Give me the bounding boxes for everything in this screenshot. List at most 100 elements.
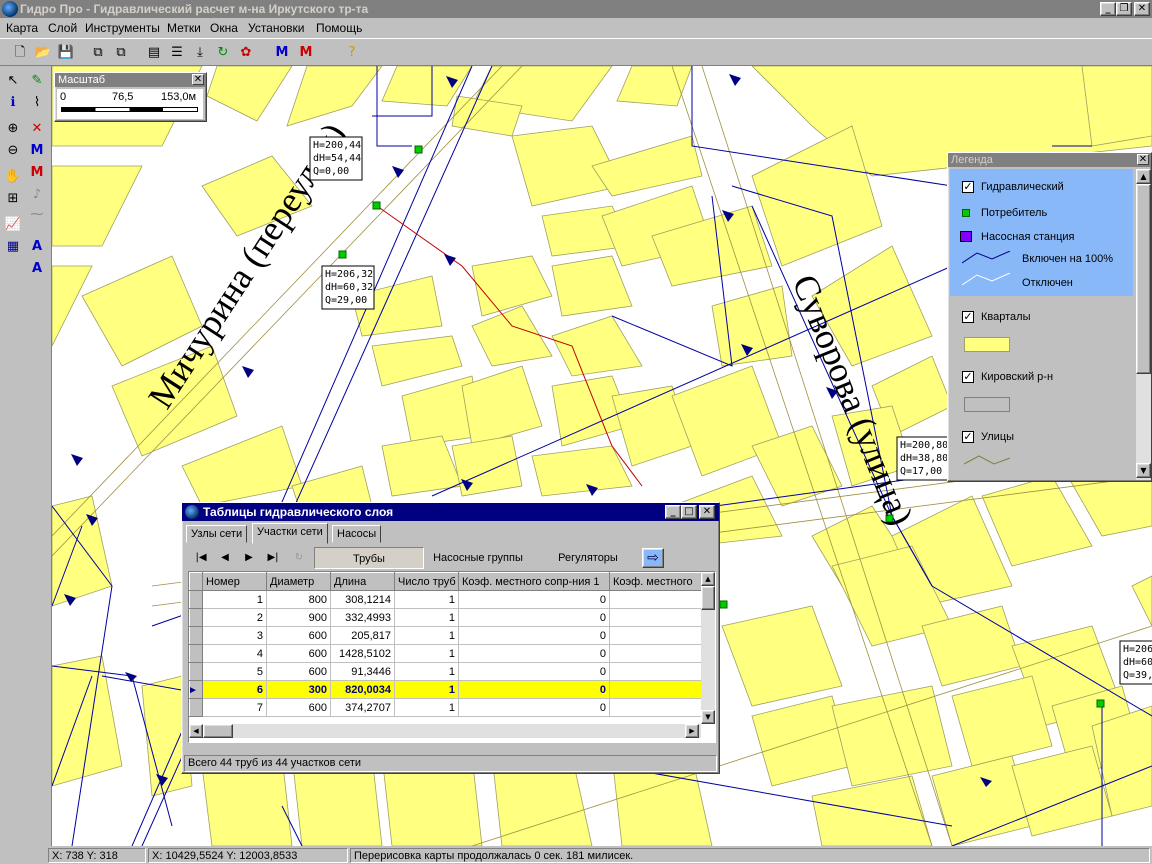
- col-length[interactable]: Длина: [330, 572, 395, 591]
- table-row[interactable]: 3 600 205,817 1 0: [189, 626, 702, 645]
- row-indicator[interactable]: ▸: [189, 680, 203, 699]
- calculator-icon[interactable]: ▦: [2, 236, 24, 258]
- table-cell[interactable]: 0: [458, 680, 610, 699]
- table-cell[interactable]: 1: [394, 644, 459, 663]
- legend-scrollbar[interactable]: ▲ ▼: [1136, 169, 1151, 480]
- col-number[interactable]: Номер: [202, 572, 267, 591]
- close-icon[interactable]: ✕: [192, 74, 204, 85]
- table-cell[interactable]: 1: [394, 608, 459, 627]
- table-cell[interactable]: [609, 590, 702, 609]
- table-cell[interactable]: 7: [202, 698, 267, 717]
- table-cell[interactable]: 4: [202, 644, 267, 663]
- table-cell[interactable]: 91,3446: [330, 662, 395, 681]
- table-cell[interactable]: 1: [202, 590, 267, 609]
- table-cell[interactable]: [609, 698, 702, 717]
- menu-marks[interactable]: Метки: [167, 21, 201, 35]
- col-local-resistance-2[interactable]: Коэф. местного: [609, 572, 702, 591]
- row-indicator[interactable]: [189, 626, 203, 645]
- metka-icon[interactable]: M: [272, 43, 292, 63]
- table-cell[interactable]: 205,817: [330, 626, 395, 645]
- pan-hand-icon[interactable]: ✋: [2, 166, 24, 188]
- grid-scroll-right-icon[interactable]: ▶: [685, 724, 699, 738]
- table-cell[interactable]: 600: [266, 662, 331, 681]
- open-folder-icon[interactable]: 📂: [33, 43, 53, 63]
- table-cell[interactable]: 1428,5102: [330, 644, 395, 663]
- next-record-icon[interactable]: ▶: [238, 548, 260, 568]
- refresh-icon[interactable]: ↻: [213, 43, 233, 63]
- grid-scroll-down-icon[interactable]: ▼: [701, 710, 715, 724]
- table-cell[interactable]: 308,1214: [330, 590, 395, 609]
- table-cell[interactable]: 1: [394, 590, 459, 609]
- table-cell[interactable]: 0: [458, 626, 610, 645]
- table-cell[interactable]: 300: [266, 680, 331, 699]
- info-icon[interactable]: ℹ: [2, 92, 24, 114]
- properties-icon[interactable]: ▤: [144, 43, 164, 63]
- table-cell[interactable]: 1: [394, 680, 459, 699]
- tab-segments[interactable]: Участки сети: [252, 523, 328, 544]
- table-row[interactable]: 7 600 374,2707 1 0: [189, 698, 702, 717]
- pipes-grid[interactable]: Номер Диаметр Длина Число труб Коэф. мес…: [188, 571, 716, 743]
- row-indicator[interactable]: [189, 608, 203, 627]
- grid-hscroll-thumb[interactable]: [203, 724, 233, 738]
- delete-icon[interactable]: ✕: [26, 118, 48, 140]
- table-cell[interactable]: 600: [266, 698, 331, 717]
- table-cell[interactable]: 0: [458, 662, 610, 681]
- minimize-button[interactable]: _: [1100, 2, 1116, 16]
- subtab-pump-groups[interactable]: Насосные группы: [428, 547, 528, 569]
- table-cell[interactable]: 0: [458, 590, 610, 609]
- table-close-button[interactable]: ✕: [699, 505, 715, 519]
- table-cell[interactable]: 0: [458, 608, 610, 627]
- tab-pumps[interactable]: Насосы: [332, 525, 382, 543]
- edit-text-icon[interactable]: A: [26, 258, 48, 280]
- table-cell[interactable]: 0: [458, 644, 610, 663]
- col-local-resistance-1[interactable]: Коэф. местного сопр-ния 1: [458, 572, 610, 591]
- add-mark-icon[interactable]: M: [26, 140, 48, 162]
- table-cell[interactable]: [609, 626, 702, 645]
- table-cell[interactable]: 1: [394, 662, 459, 681]
- menu-layer[interactable]: Слой: [48, 21, 77, 35]
- table-cell[interactable]: 1: [394, 698, 459, 717]
- link-icon[interactable]: ⁓: [26, 204, 48, 226]
- tab-nodes[interactable]: Узлы сети: [186, 525, 248, 543]
- copy-layer-icon[interactable]: ⧉: [111, 43, 131, 63]
- table-row[interactable]: 4 600 1428,5102 1 0: [189, 644, 702, 663]
- subtab-regulators[interactable]: Регуляторы: [538, 547, 638, 569]
- layer-district-checkbox[interactable]: ✓: [962, 371, 974, 383]
- menu-windows[interactable]: Окна: [210, 21, 238, 35]
- restore-button[interactable]: ❐: [1116, 2, 1132, 16]
- reload-icon[interactable]: ↻: [288, 548, 310, 568]
- grid-scroll-left-icon[interactable]: ◀: [189, 724, 203, 738]
- table-cell[interactable]: 600: [266, 644, 331, 663]
- col-pipe-count[interactable]: Число труб: [394, 572, 459, 591]
- network-icon[interactable]: ✿: [236, 43, 256, 63]
- subtab-pipes[interactable]: Трубы: [314, 547, 424, 569]
- table-cell[interactable]: 6: [202, 680, 267, 699]
- legend-panel[interactable]: Легенда ✕ ✓ Гидравлический Потребитель Н…: [947, 152, 1152, 482]
- save-icon[interactable]: 💾: [56, 43, 76, 63]
- table-cell[interactable]: 374,2707: [330, 698, 395, 717]
- first-record-icon[interactable]: |◀: [190, 548, 212, 568]
- col-diameter[interactable]: Диаметр: [266, 572, 331, 591]
- go-arrow-icon[interactable]: ⇨: [642, 548, 664, 568]
- last-record-icon[interactable]: ▶|: [262, 548, 284, 568]
- menu-map[interactable]: Карта: [6, 21, 38, 35]
- polyline-icon[interactable]: ⌇: [26, 92, 48, 114]
- table-minimize-button[interactable]: _: [665, 505, 681, 519]
- row-indicator[interactable]: [189, 662, 203, 681]
- graph-icon[interactable]: 📈: [2, 214, 24, 236]
- node-icon[interactable]: ♪: [26, 184, 48, 206]
- table-cell[interactable]: [609, 608, 702, 627]
- add-text-icon[interactable]: A: [26, 236, 48, 258]
- menu-help[interactable]: Помощь: [316, 21, 362, 35]
- scale-panel[interactable]: Масштаб ✕ 0 76,5 153,0м: [54, 72, 207, 122]
- new-file-icon[interactable]: 🗋: [10, 43, 30, 63]
- table-cell[interactable]: 800: [266, 590, 331, 609]
- layer-hydraulic-checkbox[interactable]: ✓: [962, 181, 974, 193]
- table-row[interactable]: 5 600 91,3446 1 0: [189, 662, 702, 681]
- zoom-in-icon[interactable]: ⊕: [2, 118, 24, 140]
- table-cell[interactable]: 2: [202, 608, 267, 627]
- table-row[interactable]: 2 900 332,4993 1 0: [189, 608, 702, 627]
- grid-scroll-thumb[interactable]: [701, 586, 715, 610]
- table-cell[interactable]: 3: [202, 626, 267, 645]
- table-cell[interactable]: [609, 662, 702, 681]
